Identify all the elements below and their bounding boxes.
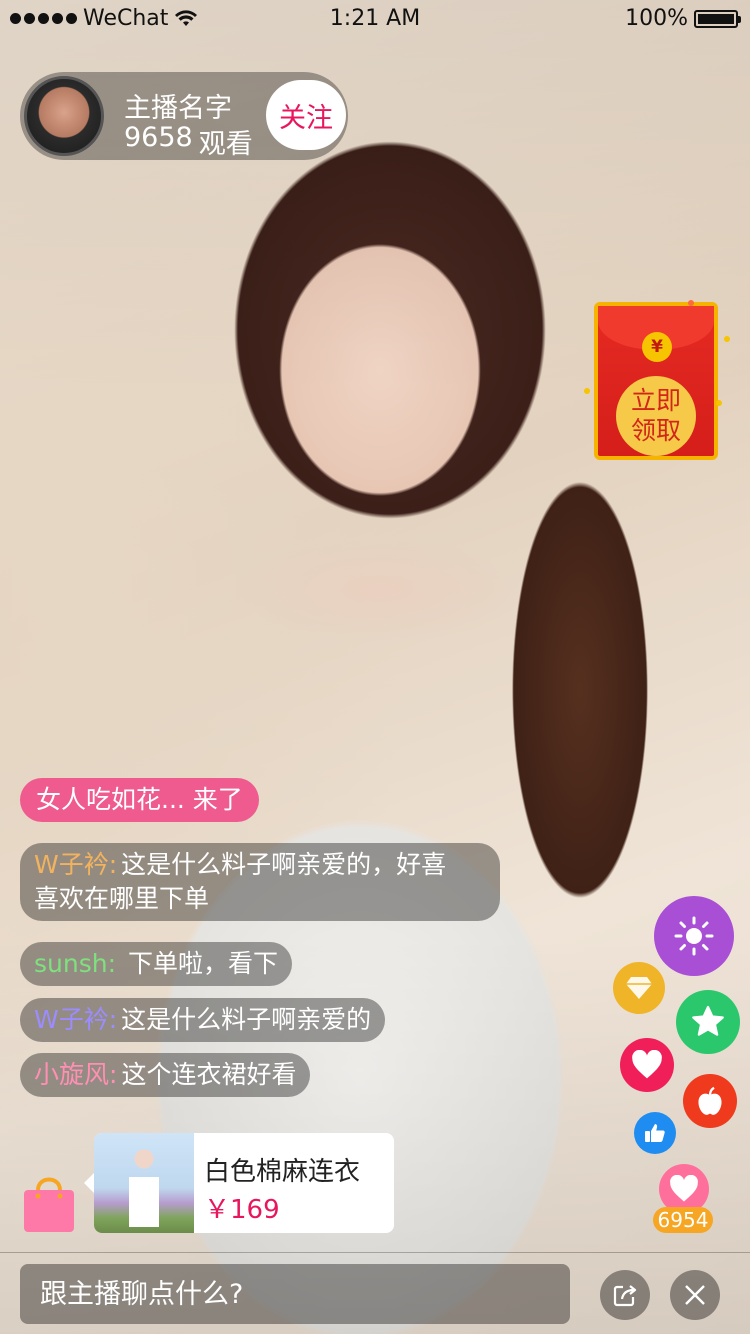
confetti-dot: [584, 388, 590, 394]
viewer-count: 9658 观看: [124, 122, 253, 161]
chat-message: sunsh: 下单啦，看下: [20, 942, 292, 986]
chat-message: W子衿: 这是什么料子啊亲爱的，好喜 喜欢在哪里下单: [20, 843, 500, 921]
shopping-bag-icon[interactable]: [24, 1172, 74, 1232]
host-info-card[interactable]: 主播名字 9658 观看 关注: [20, 72, 348, 160]
product-card[interactable]: 白色棉麻连衣 ￥169: [84, 1133, 394, 1233]
like-heart-glyph: [670, 1175, 698, 1202]
chat-username: W子衿:: [34, 1005, 118, 1034]
claim-line-2: 领取: [630, 416, 681, 445]
host-name: 主播名字: [124, 93, 232, 124]
chat-text: 下单啦，看下: [127, 949, 278, 978]
viewer-count-number: 9658: [124, 122, 193, 153]
viewer-entry-notice: 女人吃如花... 来了: [20, 778, 259, 822]
battery-icon: [694, 9, 741, 28]
chat-input[interactable]: [20, 1264, 570, 1324]
chat-username: 小旋风:: [34, 1060, 118, 1089]
thumbs-up-icon[interactable]: [634, 1112, 676, 1154]
product-price: ￥169: [204, 1195, 280, 1225]
chat-text: 这是什么料子啊亲爱的，好喜: [121, 850, 447, 879]
claim-now-button[interactable]: 立即 领取: [616, 376, 696, 456]
heart-glyph: [632, 1050, 662, 1079]
thumbs-up-glyph: [645, 1124, 665, 1142]
share-glyph: [613, 1285, 637, 1307]
confetti-dot: [688, 300, 694, 306]
claim-line-1: 立即: [630, 386, 681, 415]
battery-level: [698, 13, 734, 24]
star-icon[interactable]: [676, 990, 740, 1054]
apple-icon[interactable]: [683, 1074, 737, 1128]
host-avatar[interactable]: [24, 76, 104, 156]
viewer-count-label: 观看: [198, 129, 253, 160]
coin-icon: ¥: [642, 332, 672, 362]
product-model-figure: [124, 1147, 164, 1227]
star-glyph: [692, 1005, 724, 1036]
chat-text-continued: 喜欢在哪里下单: [34, 884, 210, 913]
battery-percent: 100%: [625, 6, 688, 31]
chat-text: 这是什么料子啊亲爱的: [121, 1005, 372, 1034]
close-icon[interactable]: [670, 1270, 720, 1320]
heart-icon[interactable]: [620, 1038, 674, 1092]
close-glyph: [685, 1285, 705, 1305]
status-bar: WeChat 1:21 AM 100%: [0, 0, 750, 40]
chat-username: sunsh:: [34, 949, 117, 978]
status-right: 100%: [625, 6, 741, 31]
red-packet-widget[interactable]: ¥ 立即 领取: [594, 302, 718, 460]
sun-icon[interactable]: [654, 896, 734, 976]
bottom-divider: [0, 1252, 750, 1253]
chat-username: W子衿:: [34, 850, 118, 879]
follow-button[interactable]: 关注: [266, 80, 346, 150]
diamond-icon[interactable]: [613, 962, 665, 1014]
apple-glyph: [698, 1086, 722, 1115]
confetti-dot: [716, 400, 722, 406]
chat-message: W子衿: 这是什么料子啊亲爱的: [20, 998, 386, 1042]
product-thumbnail: [94, 1133, 194, 1233]
live-stream-screen: WeChat 1:21 AM 100% 主播名字 9658 观看 关注 ¥ 立即…: [0, 0, 750, 1334]
product-title: 白色棉麻连衣: [204, 1157, 361, 1187]
chat-message: 小旋风: 这个连衣裙好看: [20, 1053, 311, 1097]
diamond-glyph: [626, 977, 652, 999]
share-icon[interactable]: [600, 1270, 650, 1320]
chat-text: 这个连衣裙好看: [121, 1060, 297, 1089]
like-count-badge: 6954: [653, 1207, 713, 1233]
sun-glyph: [674, 916, 714, 956]
confetti-dot: [724, 336, 730, 342]
